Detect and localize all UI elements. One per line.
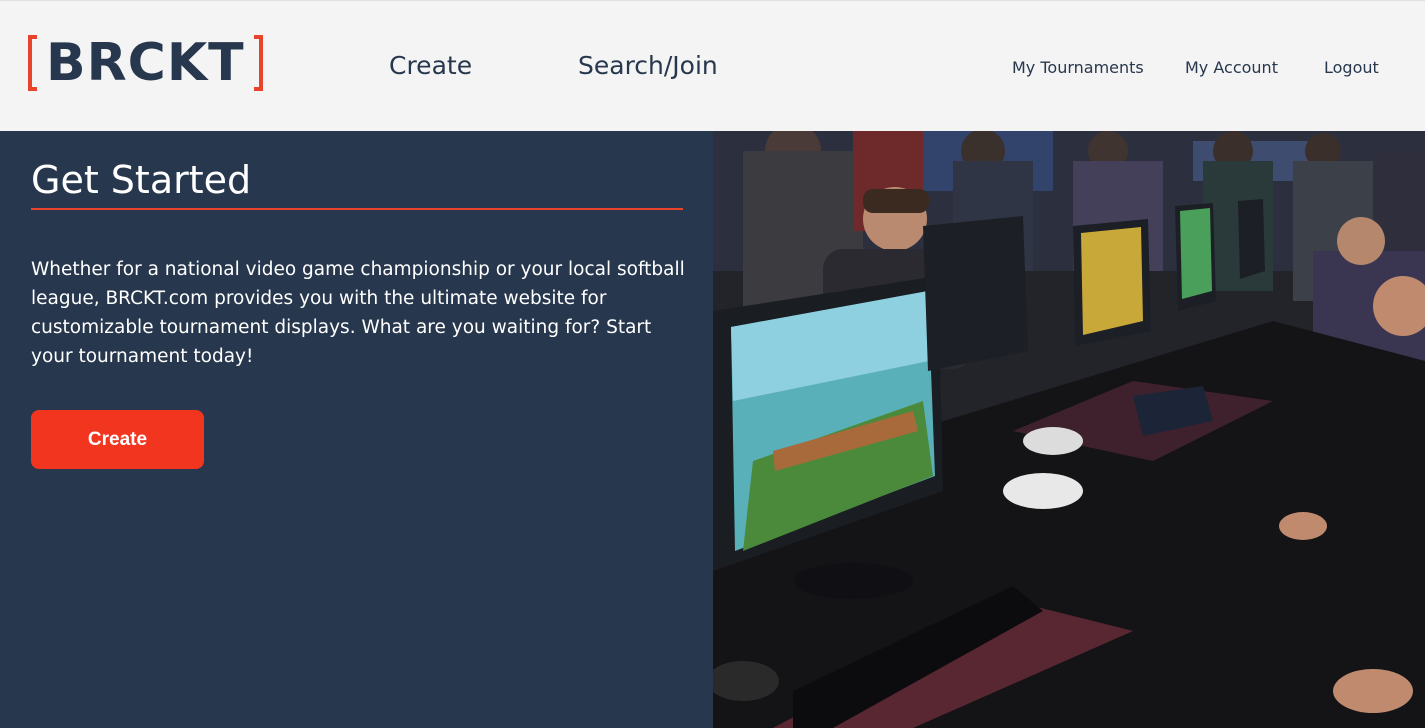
photo-illustration — [713, 131, 1425, 728]
title-underline — [31, 208, 683, 210]
nav-my-tournaments-link[interactable]: My Tournaments — [1012, 58, 1144, 77]
create-tournament-button[interactable]: Create — [31, 410, 204, 469]
logo-text: BRCKT — [46, 33, 245, 93]
nav-create-link[interactable]: Create — [389, 51, 472, 80]
brckt-logo[interactable]: BRCKT — [28, 33, 263, 93]
page-title: Get Started — [31, 158, 252, 202]
site-header: BRCKT Create Search/Join My Tournaments … — [0, 0, 1425, 131]
nav-search-join-link[interactable]: Search/Join — [578, 51, 718, 80]
nav-my-account-link[interactable]: My Account — [1185, 58, 1278, 77]
nav-logout-link[interactable]: Logout — [1324, 58, 1379, 77]
get-started-panel: Get Started Whether for a national video… — [0, 131, 713, 728]
logo-left-bracket — [28, 35, 37, 91]
logo-right-bracket — [253, 35, 263, 91]
intro-description: Whether for a national video game champi… — [31, 259, 685, 367]
esports-tournament-photo — [713, 131, 1425, 728]
